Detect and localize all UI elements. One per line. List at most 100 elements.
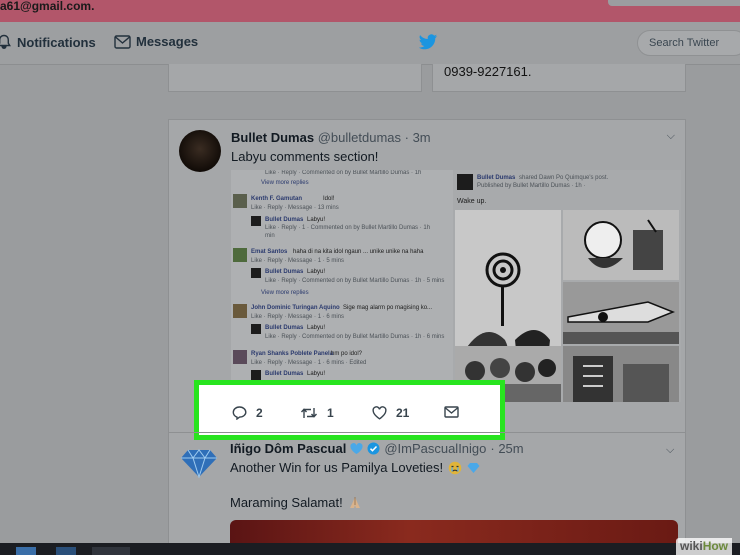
blue-heart-icon — [350, 442, 363, 454]
fb-comment-name: Ryan Shanks Poblete Panela — [251, 351, 334, 357]
fb-comment-name: John Dominic Turingan Aquino — [251, 305, 340, 311]
fb-avatar — [233, 304, 247, 318]
crying-face-emoji-icon — [448, 461, 462, 474]
taskbar-app-icon[interactable] — [92, 547, 130, 555]
tweet-author-handle: @ImPascualInigo — [384, 441, 487, 456]
fb-post-name: Bullet Dumas — [477, 175, 516, 181]
blue-diamond-icon — [467, 462, 480, 473]
fb-meta: Like · Reply · Message · 1 · 6 mins · Ed… — [251, 360, 367, 366]
fb-avatar — [251, 324, 261, 334]
tweet-author-name: Bullet Dumas — [231, 130, 315, 145]
reply-icon — [232, 406, 247, 420]
envelope-icon — [444, 406, 459, 418]
tweet-text: Labyu comments section! — [231, 149, 379, 164]
fb-view-more: View more replies — [261, 290, 309, 296]
like-count: 21 — [396, 406, 410, 420]
wikihow-watermark: wikiHow — [676, 538, 733, 555]
retweet-count: 1 — [327, 406, 334, 420]
tweet-media-image[interactable]: Like · Reply · Commented on by Bullet Ma… — [231, 170, 681, 402]
nav-notifications[interactable]: Notifications — [0, 34, 96, 50]
prev-card-left — [168, 64, 422, 92]
fb-avatar — [233, 248, 247, 262]
fb-meta: Like · Reply · Commented on by Bullet Ma… — [265, 334, 445, 340]
fb-avatar — [251, 370, 261, 380]
fb-meta: Like · Reply · Message · 1 · 6 mins — [251, 314, 345, 320]
fb-meta: Like · Reply · Message · 13 mins — [251, 205, 339, 211]
avatar[interactable] — [179, 130, 221, 172]
reply-button[interactable]: 2 — [232, 406, 263, 420]
taskbar-app-icon[interactable] — [16, 547, 36, 555]
tweet-author-name: Iñigo Dôm Pascual — [230, 441, 347, 456]
reply-count: 2 — [256, 406, 263, 420]
tweet-text: Maraming Salamat! — [230, 495, 362, 510]
tweet-text-line: Another Win for us Pamilya Loveties! — [230, 460, 444, 475]
direct-message-button[interactable] — [444, 406, 459, 418]
fb-meta: Like · Reply · Message · 1 · 5 mins — [251, 258, 345, 264]
fb-comment-name: Emat Santos — [251, 249, 288, 255]
fb-avatar — [233, 350, 247, 364]
phone-number-text: 0939-9227161. — [444, 64, 532, 79]
tweet-author-handle: @bulletdumas — [317, 130, 401, 145]
comic-panel — [563, 210, 679, 280]
taskbar-app-icon[interactable] — [56, 547, 76, 555]
twitter-nav-bar: Notifications Messages Search Twitter — [0, 22, 740, 65]
fb-reply-name: Bullet Dumas — [265, 217, 304, 223]
diamond-avatar[interactable] — [180, 448, 218, 478]
fb-reply-text: Labyu! — [307, 371, 326, 377]
fb-comment-text: hm po idol? — [331, 351, 363, 357]
tweet-author[interactable]: Iñigo Dôm Pascual @ImPascualInigo · 25m — [230, 441, 524, 456]
fb-post-meta: Published by Bullet Martillo Dumas · 1h … — [477, 183, 586, 189]
fb-line: Like · Reply · Commented on by Bullet Ma… — [265, 170, 422, 176]
fb-reply-name: Bullet Dumas — [265, 371, 304, 377]
tweet-card[interactable]: Bullet Dumas @bulletdumas · 3m Labyu com… — [168, 119, 686, 555]
fb-avatar — [233, 194, 247, 208]
notifications-label: Notifications — [17, 34, 96, 50]
fb-reply-name: Bullet Dumas — [265, 269, 304, 275]
watermark-wiki: wiki — [680, 539, 703, 553]
search-input[interactable]: Search Twitter — [637, 30, 740, 56]
tweet-actions-highlight: 2 1 21 — [194, 380, 505, 440]
retweet-icon — [300, 408, 318, 418]
fb-comment-text: Sige mag alarm po magising ko... — [343, 305, 433, 311]
tweet-author[interactable]: Bullet Dumas @bulletdumas · 3m — [231, 130, 431, 145]
fb-avatar — [251, 268, 261, 278]
tweet-time[interactable]: · 3m — [405, 130, 431, 145]
watermark-how: How — [702, 539, 729, 553]
verified-badge-icon — [367, 442, 380, 455]
fb-meta: min — [265, 233, 275, 239]
like-button[interactable]: 21 — [372, 406, 409, 420]
email-text: a61@gmail.com. — [0, 0, 95, 13]
fb-reply-text: Labyu! — [307, 269, 326, 275]
comic-panel — [563, 346, 679, 402]
fb-comment-text: haha di na kita idol ngaun ... unike uni… — [293, 249, 424, 255]
nav-messages[interactable]: Messages — [114, 34, 198, 49]
envelope-icon — [114, 34, 131, 49]
fb-reply-text: Labyu! — [307, 325, 326, 331]
fb-view-more: View more replies — [261, 180, 309, 186]
chevron-down-icon[interactable]: ⌵ — [667, 130, 675, 143]
twitter-bird-icon[interactable] — [418, 34, 438, 51]
top-banner: a61@gmail.com. — [0, 0, 740, 22]
tweet-text: Another Win for us Pamilya Loveties! — [230, 460, 480, 475]
chevron-down-icon[interactable]: ⌵ — [666, 444, 674, 457]
tweet-divider — [168, 432, 686, 433]
retweet-button[interactable]: 1 — [300, 406, 334, 420]
fb-meta: Like · Reply · Commented on by Bullet Ma… — [265, 278, 445, 284]
banner-tab[interactable] — [608, 0, 740, 6]
facebook-comments-screenshot: Like · Reply · Commented on by Bullet Ma… — [231, 170, 449, 402]
fb-comment-name: Kenth F. Gamutan — [251, 196, 303, 202]
messages-label: Messages — [136, 34, 199, 49]
praying-hands-emoji-icon — [349, 496, 360, 508]
fb-page-avatar — [457, 174, 473, 190]
fb-reply-name: Bullet Dumas — [265, 325, 304, 331]
tweet-text-line: Maraming Salamat! — [230, 495, 343, 510]
heart-icon — [372, 406, 387, 420]
fb-comment-text: Idol! — [323, 196, 335, 202]
comic-panel — [563, 282, 679, 344]
fb-avatar — [251, 216, 261, 226]
facebook-post-screenshot: Bullet Dumas shared Dawn Po Quimque's po… — [453, 170, 681, 402]
fb-post-text: Wake up. — [457, 198, 487, 205]
fb-reply-text: Labyu! — [307, 217, 326, 223]
tweet-time[interactable]: · 25m — [490, 441, 523, 456]
fb-meta: Like · Reply · 1 · Commented on by Bulle… — [265, 225, 431, 231]
